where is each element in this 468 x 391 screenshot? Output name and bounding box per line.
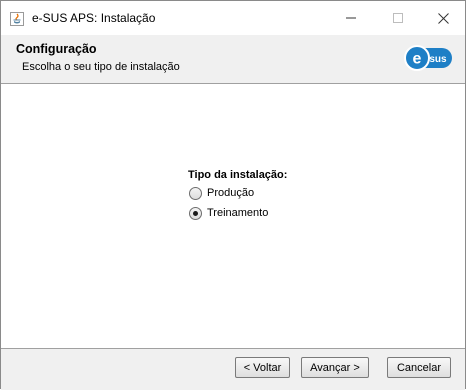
wizard-header: Configuração Escolha o seu tipo de insta… — [1, 35, 465, 84]
radio-treinamento[interactable]: Treinamento — [189, 205, 268, 221]
page-subtitle: Escolha o seu tipo de instalação — [22, 61, 180, 73]
java-app-icon — [10, 11, 24, 26]
esus-logo: e sus — [404, 41, 454, 75]
install-type-label: Tipo da instalação: — [188, 169, 288, 181]
installer-window: e-SUS APS: Instalação Configuração Escol… — [0, 0, 466, 390]
maximize-icon[interactable] — [375, 1, 421, 35]
title-bar[interactable]: e-SUS APS: Instalação — [1, 1, 465, 35]
close-icon[interactable] — [420, 1, 466, 35]
page-title: Configuração — [16, 42, 97, 56]
svg-text:sus: sus — [429, 54, 447, 65]
radio-treinamento-label[interactable]: Treinamento — [207, 207, 268, 219]
window-title: e-SUS APS: Instalação — [32, 11, 156, 25]
wizard-footer: < Voltar Avançar > Cancelar — [1, 349, 465, 390]
wizard-content: Tipo da instalação: Produção Treinamento — [1, 84, 465, 349]
minimize-icon[interactable] — [328, 1, 374, 35]
radio-selected[interactable] — [189, 206, 202, 220]
radio-unselected[interactable] — [189, 186, 202, 200]
cancel-button[interactable]: Cancelar — [387, 357, 451, 378]
radio-producao[interactable]: Produção — [189, 185, 254, 201]
back-button[interactable]: < Voltar — [235, 357, 290, 378]
radio-producao-label[interactable]: Produção — [207, 187, 254, 199]
radio-dot-icon — [193, 210, 198, 216]
next-button[interactable]: Avançar > — [301, 357, 369, 378]
svg-text:e: e — [413, 51, 422, 68]
